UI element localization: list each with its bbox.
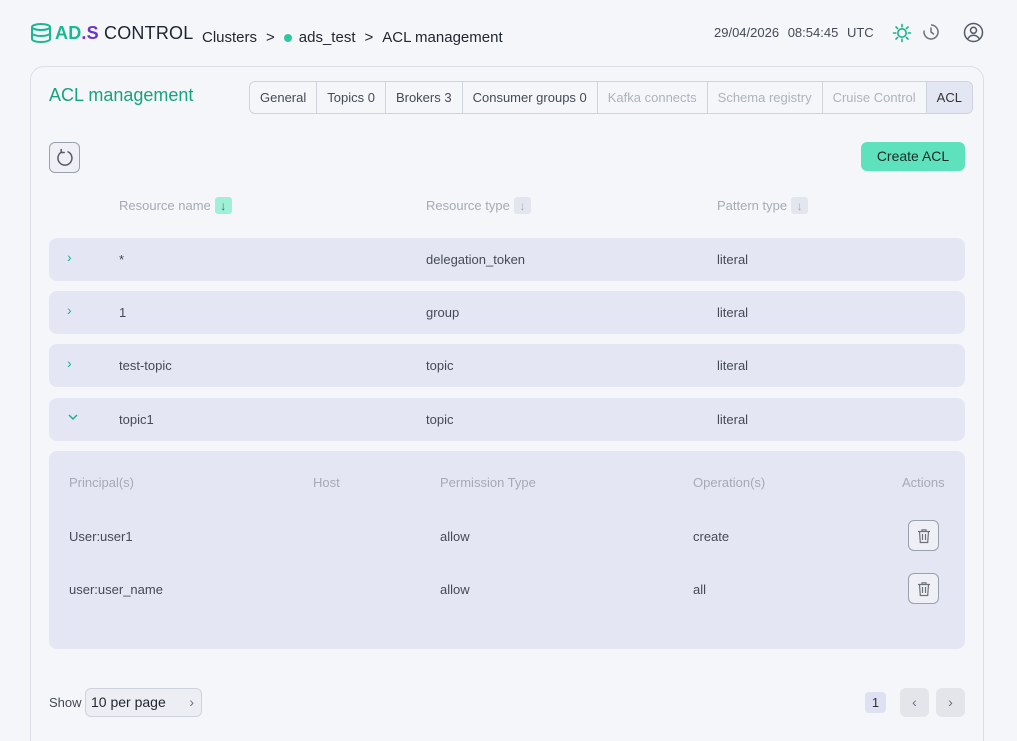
resource-type: group bbox=[426, 305, 460, 320]
breadcrumb-separator: > bbox=[266, 29, 275, 46]
create-acl-button[interactable]: Create ACL bbox=[861, 142, 965, 171]
clock-time: 08:54:45 bbox=[787, 25, 839, 40]
per-page-select[interactable]: 10 per page › bbox=[85, 688, 202, 717]
database-logo-icon bbox=[31, 23, 51, 44]
delete-button[interactable] bbox=[908, 520, 939, 551]
sort-arrow-icon[interactable]: ↓ bbox=[791, 197, 809, 214]
permission-cell: allow bbox=[440, 529, 470, 544]
chevron-right-icon: › bbox=[948, 694, 953, 710]
tab-schema-registry: Schema registry bbox=[708, 82, 823, 113]
chevron-right-icon[interactable]: › bbox=[67, 302, 72, 318]
sort-arrow-icon[interactable]: ↓ bbox=[513, 197, 531, 214]
acl-row-expanded[interactable]: topic1 topic literal bbox=[49, 398, 965, 441]
tab-kafka-connects: Kafka connects bbox=[598, 82, 708, 113]
trash-icon bbox=[917, 528, 930, 543]
resource-name: topic1 bbox=[119, 412, 154, 427]
resource-type: topic bbox=[426, 358, 454, 373]
sun-icon[interactable] bbox=[892, 23, 912, 43]
operation-cell: create bbox=[693, 529, 730, 544]
acl-panel: ACL management General Topics 0 Brokers … bbox=[30, 66, 984, 741]
breadcrumb-cluster-link[interactable]: ads_test bbox=[299, 29, 356, 46]
chevron-down-icon[interactable] bbox=[67, 412, 79, 422]
top-bar: AD.S CONTROL Clusters > ads_test > ACL m… bbox=[0, 0, 1017, 66]
breadcrumb-current-page: ACL management bbox=[382, 29, 503, 46]
chevron-right-icon[interactable]: › bbox=[67, 249, 72, 265]
tab-acl[interactable]: ACL bbox=[926, 82, 972, 113]
server-clock: 29/04/2026 08:54:45 UTC bbox=[714, 25, 879, 40]
resource-type: topic bbox=[426, 412, 454, 427]
per-page-value: 10 per page bbox=[91, 694, 166, 710]
permission-cell: allow bbox=[440, 582, 470, 597]
detail-header-principal: Principal(s) bbox=[69, 475, 135, 490]
tab-general[interactable]: General bbox=[250, 82, 318, 113]
principal-cell: User:user1 bbox=[69, 529, 133, 544]
pattern-type: literal bbox=[717, 412, 749, 427]
user-icon[interactable] bbox=[963, 22, 984, 43]
header-resource-type[interactable]: Resource type ↓ bbox=[426, 197, 531, 214]
breadcrumb-clusters-link[interactable]: Clusters bbox=[202, 29, 257, 46]
operation-cell: all bbox=[693, 582, 707, 597]
acl-detail-panel: Principal(s) Host Permission Type Operat… bbox=[49, 451, 965, 649]
clock-timezone: UTC bbox=[846, 25, 874, 40]
detail-header-permission: Permission Type bbox=[440, 475, 536, 490]
detail-header-host: Host bbox=[313, 475, 340, 490]
chevron-right-icon: › bbox=[189, 694, 194, 710]
app-logo[interactable]: AD.S CONTROL bbox=[30, 22, 193, 44]
history-icon[interactable] bbox=[922, 23, 940, 41]
detail-header-actions: Actions bbox=[902, 475, 945, 490]
chevron-left-icon: ‹ bbox=[912, 694, 917, 710]
pattern-type: literal bbox=[717, 252, 749, 267]
principal-cell: user:user_name bbox=[69, 582, 163, 597]
tab-consumer-groups[interactable]: Consumer groups 0 bbox=[463, 82, 598, 113]
cluster-tabs: General Topics 0 Brokers 3 Consumer grou… bbox=[249, 81, 973, 114]
resource-type: delegation_token bbox=[426, 252, 526, 267]
breadcrumb: Clusters > ads_test > ACL management bbox=[202, 29, 503, 46]
page-title: ACL management bbox=[49, 85, 194, 105]
resource-name: 1 bbox=[119, 305, 127, 320]
resource-name: * bbox=[119, 252, 125, 267]
chevron-right-icon[interactable]: › bbox=[67, 355, 72, 371]
detail-header-operation: Operation(s) bbox=[693, 475, 766, 490]
acl-row[interactable]: › 1 group literal bbox=[49, 291, 965, 334]
prev-page-button[interactable]: ‹ bbox=[900, 688, 929, 717]
cluster-status-dot bbox=[283, 33, 292, 42]
header-pattern-type[interactable]: Pattern type ↓ bbox=[717, 197, 809, 214]
sort-arrow-icon[interactable]: ↓ bbox=[214, 197, 232, 214]
header-resource-name[interactable]: Resource name ↓ bbox=[119, 197, 232, 214]
breadcrumb-separator: > bbox=[364, 29, 374, 46]
acl-row[interactable]: › * delegation_token literal bbox=[49, 238, 965, 281]
next-page-button[interactable]: › bbox=[936, 688, 965, 717]
resource-name: test-topic bbox=[119, 358, 172, 373]
tab-brokers[interactable]: Brokers 3 bbox=[386, 82, 463, 113]
pattern-type: literal bbox=[717, 358, 749, 373]
trash-icon bbox=[917, 581, 930, 596]
acl-row[interactable]: › test-topic topic literal bbox=[49, 344, 965, 387]
brand-name: AD.S CONTROL bbox=[55, 22, 194, 43]
delete-button[interactable] bbox=[908, 573, 939, 604]
refresh-icon bbox=[56, 148, 73, 166]
pattern-type: literal bbox=[717, 305, 749, 320]
clock-date: 29/04/2026 bbox=[714, 25, 780, 40]
show-label: Show bbox=[49, 695, 82, 710]
tab-topics[interactable]: Topics 0 bbox=[317, 82, 386, 113]
tab-cruise-control: Cruise Control bbox=[823, 82, 927, 113]
refresh-button[interactable] bbox=[49, 142, 80, 173]
page-number[interactable]: 1 bbox=[865, 692, 886, 713]
